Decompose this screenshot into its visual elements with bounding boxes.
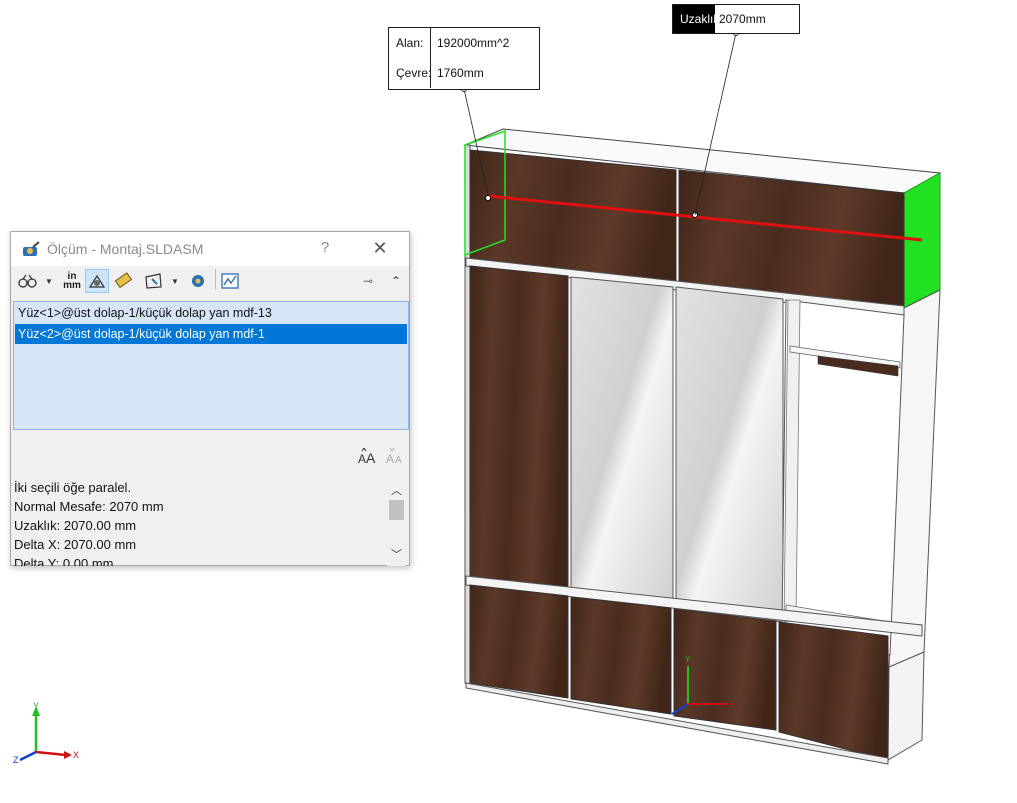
triad-y-label: Y [33, 701, 39, 711]
selection-item[interactable]: Yüz<2>@üst dolap-1/küçük dolap yan mdf-1 [15, 324, 407, 344]
area-value: 192000mm^2 [437, 36, 510, 50]
scroll-up-icon[interactable]: ︿ [387, 482, 406, 497]
scroll-thumb[interactable] [389, 500, 404, 520]
view-triad[interactable]: Y X Z [13, 701, 79, 765]
perimeter-value: 1760mm [437, 66, 484, 80]
dropdown-arrow-icon[interactable]: ▼ [169, 269, 181, 293]
selection-list[interactable]: Yüz<1>@üst dolap-1/küçük dolap yan mdf-1… [13, 301, 409, 430]
svg-text:A: A [366, 450, 376, 466]
distance-callout[interactable]: Uzaklık: 2070mm [672, 4, 800, 34]
show-xyz-button[interactable] [85, 269, 109, 293]
area-key: Alan: [389, 28, 431, 58]
result-line: Normal Mesafe: 2070 mm [14, 499, 164, 514]
measure-tool-icon [21, 240, 41, 263]
triad-z-label: Z [13, 755, 19, 765]
toolbar-separator [215, 269, 216, 289]
arc-circle-measure-icon[interactable] [17, 269, 39, 293]
selection-item[interactable]: Yüz<1>@üst dolap-1/küçük dolap yan mdf-1… [15, 303, 407, 323]
result-line: Delta Y: 0.00 mm [14, 556, 114, 566]
collapse-icon[interactable]: ⌃ [387, 269, 405, 293]
measure-dialog[interactable]: Ölçüm - Montaj.SLDASM ? ✕ ▼ in mm ▼ ⊸ ⌃ [10, 231, 410, 566]
help-button[interactable]: ? [317, 239, 333, 256]
svg-text:Y: Y [685, 655, 691, 664]
measure-toolbar: ▼ in mm ▼ ⊸ ⌃ [11, 267, 409, 297]
wardrobe-model[interactable] [463, 128, 942, 765]
svg-text:A: A [395, 455, 402, 466]
create-sensor-icon[interactable] [187, 269, 209, 293]
measure-results: İki seçili öğe paralel. Normal Mesafe: 2… [14, 478, 386, 566]
result-line: İki seçili öğe paralel. [14, 480, 132, 495]
units-precision-button[interactable]: in mm [61, 269, 83, 293]
measure-point-1 [485, 195, 491, 201]
distance-key: Uzaklık: [673, 5, 723, 33]
perimeter-key: Çevre: [389, 58, 431, 88]
dialog-titlebar[interactable]: Ölçüm - Montaj.SLDASM ? ✕ [11, 232, 409, 266]
svg-text:X: X [730, 700, 736, 709]
measure-history-icon[interactable] [219, 269, 241, 293]
area-perimeter-callout[interactable]: Alan: 192000mm^2 Çevre: 1760mm [388, 27, 540, 90]
dialog-title: Ölçüm - Montaj.SLDASM [47, 241, 204, 257]
pin-icon[interactable]: ⊸ [359, 269, 377, 293]
units-mm-label: mm [63, 280, 81, 291]
result-line: Delta X: 2070.00 mm [14, 537, 137, 552]
projection-icon[interactable] [143, 269, 165, 293]
svg-text:A: A [386, 452, 394, 466]
scroll-down-icon[interactable]: ﹀ [387, 546, 406, 561]
result-line: Uzaklık: 2070.00 mm [14, 518, 137, 533]
dropdown-arrow-icon[interactable]: ▼ [43, 269, 55, 293]
triad-x-label: X [73, 750, 79, 760]
svg-text:A: A [358, 452, 366, 466]
distance-value: 2070mm [719, 12, 766, 26]
close-button[interactable]: ✕ [369, 238, 391, 259]
results-scrollbar[interactable]: ︿ ﹀ [387, 478, 406, 566]
selected-face-right[interactable] [903, 172, 941, 309]
increase-font-icon[interactable]: AA [358, 447, 378, 471]
decrease-font-icon[interactable]: AA [386, 447, 406, 471]
point-to-point-icon[interactable] [113, 269, 135, 293]
